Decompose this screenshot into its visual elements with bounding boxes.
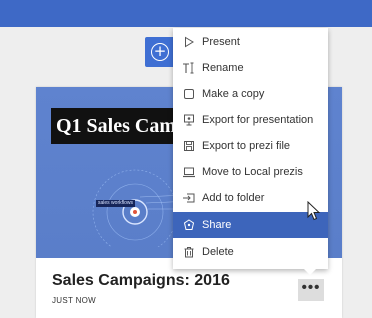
- menu-item-make-copy[interactable]: Make a copy: [173, 81, 328, 107]
- menu-caret: [303, 268, 317, 275]
- menu-item-label: Make a copy: [202, 88, 265, 100]
- add-to-folder-icon: [182, 191, 196, 205]
- menu-item-label: Export for presentation: [202, 114, 314, 126]
- menu-item-label: Delete: [202, 246, 234, 258]
- menu-item-export-prezi-file[interactable]: Export to prezi file: [173, 133, 328, 159]
- menu-item-label: Add to folder: [202, 192, 265, 204]
- last-modified-label: JUST NOW: [52, 296, 97, 305]
- context-menu: Present Rename Make a copy Export for pr…: [173, 28, 328, 269]
- menu-item-label: Present: [202, 36, 240, 48]
- menu-item-label: Export to prezi file: [202, 140, 291, 152]
- trash-icon: [182, 245, 196, 259]
- save-file-icon: [182, 139, 196, 153]
- laptop-icon: [182, 165, 196, 179]
- menu-item-label: Share: [202, 219, 232, 231]
- play-icon: [182, 35, 196, 49]
- menu-item-delete[interactable]: Delete: [173, 239, 328, 265]
- menu-item-rename[interactable]: Rename: [173, 55, 328, 81]
- menu-item-present[interactable]: Present: [173, 29, 328, 55]
- thumbnail-mini-label: sales workflows: [96, 200, 136, 207]
- more-dots-icon: •••: [301, 278, 321, 296]
- menu-item-add-folder[interactable]: Add to folder: [173, 185, 328, 211]
- plus-circle-icon: +: [151, 43, 169, 61]
- copy-icon: [182, 87, 196, 101]
- new-prezi-button[interactable]: +: [145, 37, 175, 67]
- menu-item-move-local[interactable]: Move to Local prezis: [173, 159, 328, 185]
- share-icon: [182, 218, 196, 232]
- rename-icon: [182, 61, 196, 75]
- menu-item-share[interactable]: Share: [173, 212, 328, 238]
- top-navigation-bar: [0, 0, 372, 27]
- mouse-pointer-icon: [307, 201, 321, 221]
- menu-item-label: Rename: [202, 62, 244, 74]
- export-presentation-icon: [182, 113, 196, 127]
- more-options-button[interactable]: •••: [298, 279, 324, 301]
- menu-item-export-presentation[interactable]: Export for presentation: [173, 107, 328, 133]
- presentation-title[interactable]: Sales Campaigns: 2016: [52, 272, 230, 290]
- menu-item-label: Move to Local prezis: [202, 166, 303, 178]
